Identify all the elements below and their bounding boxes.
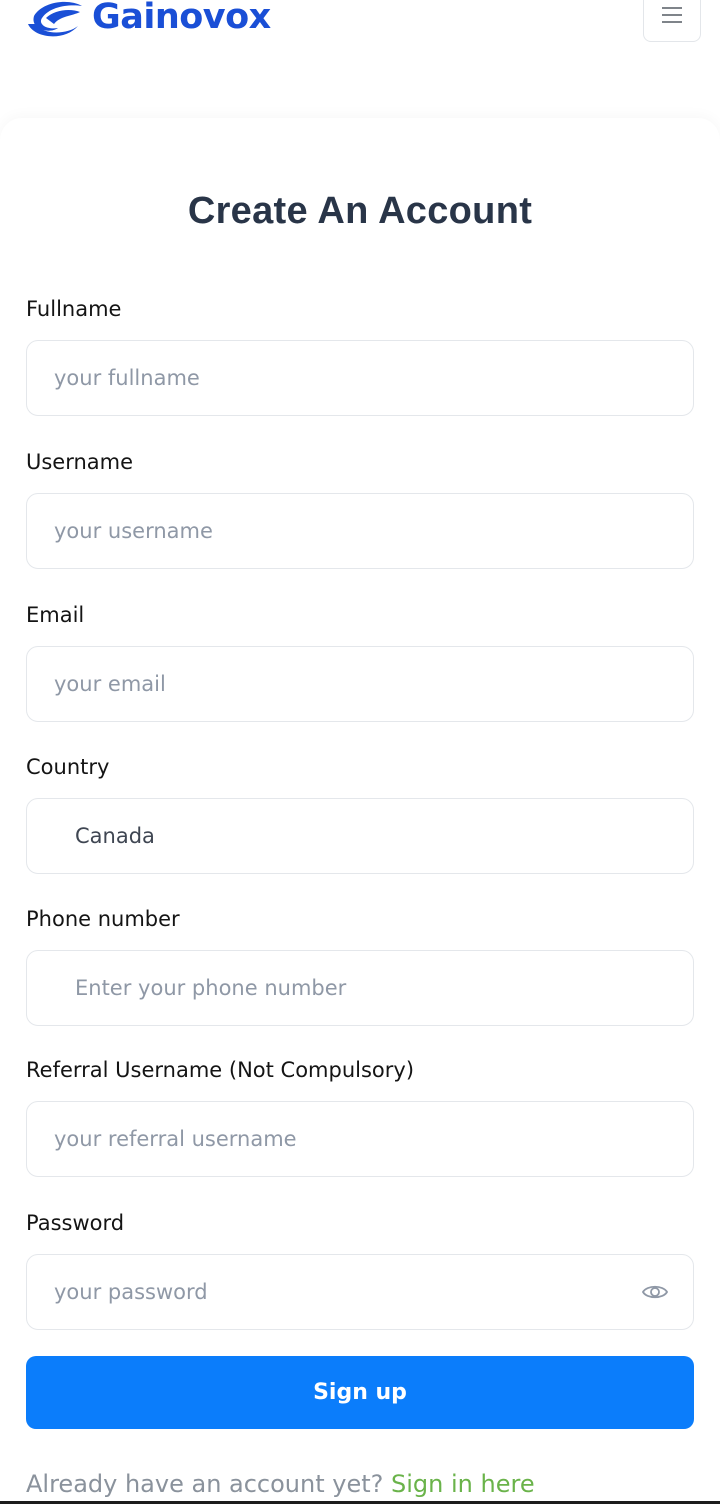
signin-prompt-line: Already have an account yet? Sign in her… (26, 1470, 535, 1498)
site-header: Gainovox (0, 0, 720, 70)
fullname-input[interactable] (54, 366, 693, 390)
email-field[interactable] (26, 646, 694, 722)
referral-label: Referral Username (Not Compulsory) (26, 1058, 415, 1082)
gainovox-logo-icon (28, 1, 82, 37)
password-label: Password (26, 1211, 125, 1235)
email-input[interactable] (54, 672, 693, 696)
referral-field[interactable] (26, 1101, 694, 1177)
eye-icon[interactable] (641, 1281, 669, 1303)
phone-label: Phone number (26, 907, 180, 931)
password-field[interactable] (26, 1254, 694, 1330)
page-title: Create An Account (187, 190, 533, 232)
menu-button[interactable] (643, 0, 701, 42)
sign-up-button[interactable]: Sign up (26, 1356, 694, 1429)
signin-prompt: Already have an account yet? (26, 1470, 384, 1498)
username-input[interactable] (54, 519, 693, 543)
country-select[interactable]: Canada (26, 798, 694, 874)
password-input[interactable] (54, 1280, 693, 1304)
username-label: Username (26, 450, 134, 474)
fullname-label: Fullname (26, 297, 122, 321)
country-label: Country (26, 755, 110, 779)
brand-logo[interactable]: Gainovox (24, 0, 271, 40)
username-field[interactable] (26, 493, 694, 569)
email-label: Email (26, 603, 85, 627)
phone-field[interactable] (26, 950, 694, 1026)
fullname-field[interactable] (26, 340, 694, 416)
sign-in-link[interactable]: Sign in here (391, 1470, 535, 1498)
referral-input[interactable] (54, 1127, 693, 1151)
brand-name: Gainovox (92, 0, 271, 37)
country-selected-value: Canada (75, 824, 155, 848)
phone-input[interactable] (75, 976, 693, 1000)
hamburger-menu-icon (662, 7, 682, 23)
